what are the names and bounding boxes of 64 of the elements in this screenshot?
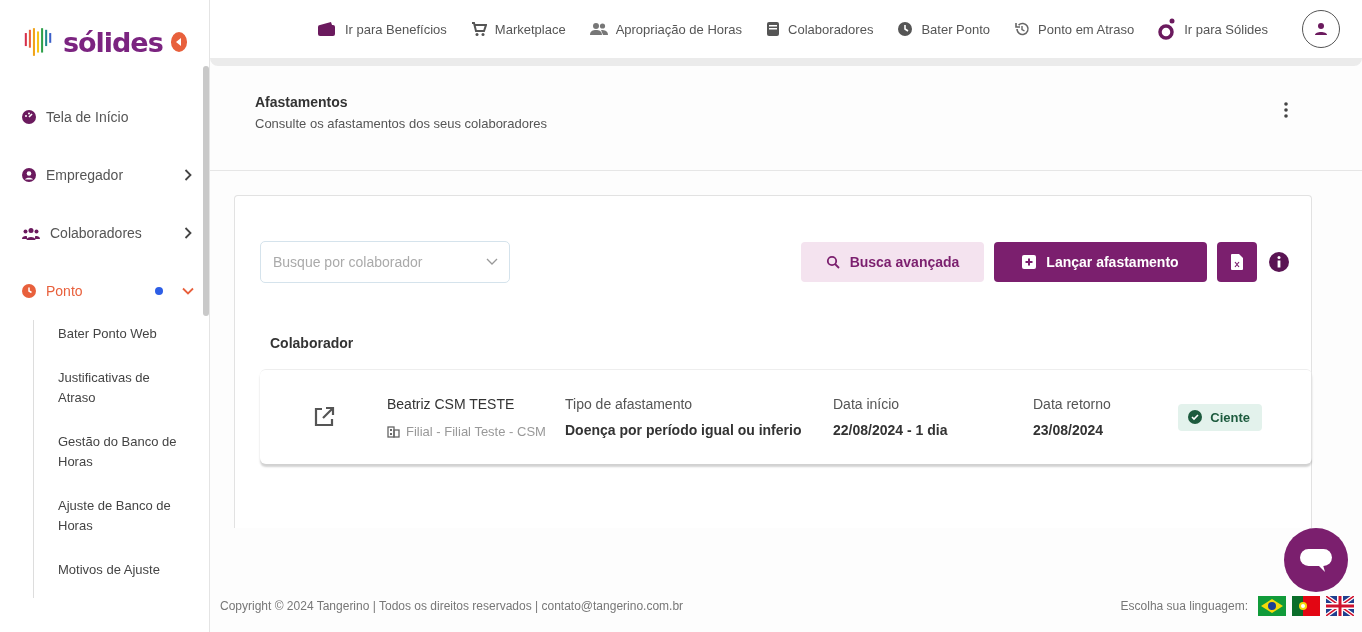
branch-text: Filial - Filial Teste - CSM bbox=[406, 423, 546, 439]
cart-icon bbox=[470, 21, 487, 37]
field-label: Tipo de afastamento bbox=[565, 396, 694, 412]
logo-text: sólides bbox=[62, 26, 163, 58]
clock-icon bbox=[22, 284, 36, 298]
book-icon bbox=[766, 21, 781, 37]
sidebar-item[interactable]: Empregador bbox=[0, 146, 195, 204]
sidebar-item[interactable]: Colaboradores bbox=[0, 204, 195, 262]
page-subtitle: Consulte os afastamentos dos seus colaboradores bbox=[255, 116, 547, 131]
collapse-sidebar-button[interactable] bbox=[170, 32, 187, 52]
excel-export-button[interactable] bbox=[1217, 242, 1257, 282]
status-badge: Ciente bbox=[1178, 403, 1262, 431]
caret-left-icon bbox=[174, 38, 183, 46]
check-circle-icon bbox=[1188, 410, 1203, 424]
submenu-item[interactable]: Motivos de Ajuste bbox=[58, 560, 183, 580]
kebab-icon bbox=[1284, 102, 1288, 118]
submenu-item[interactable]: Bater Ponto Web bbox=[58, 324, 183, 344]
copyright-text: Copyright © 2024 Tangerino | Todos os direitos reservados | contato@tangerino.com.br bbox=[220, 599, 684, 613]
search-icon bbox=[825, 255, 840, 269]
user-circle-icon bbox=[22, 168, 36, 182]
ring-logo-icon bbox=[1158, 18, 1177, 40]
search-field[interactable]: Busque por colaborador bbox=[260, 241, 510, 283]
user-avatar[interactable] bbox=[1302, 10, 1340, 48]
submenu-item[interactable]: Justificativas de Atraso bbox=[58, 368, 183, 408]
uk-flag-icon[interactable] bbox=[1326, 596, 1354, 616]
chevron-down-icon bbox=[486, 258, 498, 266]
open-external-icon[interactable] bbox=[312, 406, 335, 428]
nav-link[interactable]: Marketplace bbox=[470, 21, 566, 37]
user-icon bbox=[1314, 22, 1328, 36]
clock-icon bbox=[897, 21, 914, 37]
add-leave-button[interactable]: Lançar afastamento bbox=[994, 242, 1207, 282]
language-label: Escolha sua linguagem: bbox=[1120, 599, 1248, 613]
field-value: Doença por período igual ou inferio bbox=[565, 422, 803, 438]
people-icon bbox=[589, 22, 608, 36]
nav-link[interactable]: Colaboradores bbox=[766, 21, 874, 37]
page-title: Afastamentos bbox=[255, 94, 349, 110]
sidebar-item[interactable]: Tela de Início bbox=[0, 88, 195, 146]
building-icon bbox=[387, 424, 400, 438]
plus-square-icon bbox=[1022, 255, 1037, 269]
submenu-item[interactable]: Ajuste de Banco de Horas bbox=[58, 496, 183, 536]
wallet-icon bbox=[316, 21, 337, 37]
spreadsheet-file-icon bbox=[1231, 254, 1243, 270]
info-icon[interactable] bbox=[1269, 252, 1289, 272]
submenu-item[interactable]: Gestão do Banco de Horas bbox=[58, 432, 183, 472]
nav-link[interactable]: Ponto em Atraso bbox=[1014, 21, 1135, 37]
nav-link[interactable]: Bater Ponto bbox=[897, 21, 991, 37]
sidebar-item[interactable]: Ponto bbox=[0, 262, 195, 320]
dashboard-icon bbox=[22, 110, 36, 124]
group-icon bbox=[22, 226, 40, 240]
column-header: Colaborador bbox=[269, 334, 355, 353]
field-label: Data retorno bbox=[1033, 396, 1112, 412]
nav-link[interactable]: Apropriação de Horas bbox=[589, 21, 743, 37]
nav-link[interactable]: Ir para Benefícios bbox=[316, 21, 447, 37]
field-value: 22/08/2024 - 1 dia bbox=[833, 422, 949, 438]
nav-link[interactable]: Ir para Sólides bbox=[1158, 18, 1268, 40]
brazil-flag-icon[interactable] bbox=[1258, 596, 1286, 616]
portugal-flag-icon[interactable] bbox=[1292, 596, 1320, 616]
chat-bubble-icon bbox=[1299, 546, 1333, 574]
scrollbar-thumb[interactable] bbox=[203, 66, 209, 316]
employee-name: Beatriz CSM TESTE bbox=[387, 395, 516, 412]
advanced-search-button[interactable]: Busca avançada bbox=[801, 242, 984, 282]
history-icon bbox=[1014, 21, 1031, 37]
field-label: Data início bbox=[833, 396, 901, 412]
field-value: 23/08/2024 bbox=[1033, 422, 1105, 438]
